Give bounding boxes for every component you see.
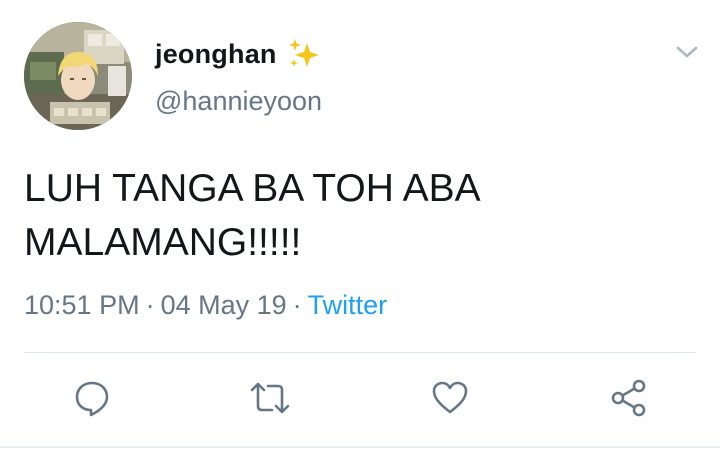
- tweet-card: jeonghan @hannieyoon LUH TANGA BA TOH AB…: [0, 0, 720, 452]
- reply-icon: [72, 378, 112, 423]
- display-name[interactable]: jeonghan: [155, 39, 277, 70]
- chevron-down-icon[interactable]: [674, 42, 700, 62]
- tweet-text: LUH TANGA BA TOH ABA MALAMANG!!!!!: [24, 167, 481, 264]
- share-button[interactable]: [607, 378, 651, 422]
- sparkles-icon: [287, 37, 321, 71]
- retweet-button[interactable]: [248, 378, 292, 422]
- divider: [24, 352, 696, 353]
- heart-icon: [430, 378, 470, 423]
- avatar[interactable]: [24, 22, 132, 130]
- tweet-time[interactable]: 10:51 PM: [24, 290, 140, 320]
- meta-separator: ·: [292, 290, 302, 320]
- display-name-row: jeonghan: [155, 36, 321, 72]
- share-icon: [609, 378, 649, 423]
- handle[interactable]: @hannieyoon: [155, 86, 322, 117]
- tweet-date[interactable]: 04 May 19: [161, 290, 287, 320]
- tweet-meta: 10:51 PM · 04 May 19 · Twitter: [24, 290, 387, 321]
- bottom-border: [0, 446, 720, 448]
- retweet-icon: [248, 378, 292, 423]
- meta-separator: ·: [145, 290, 155, 320]
- like-button[interactable]: [428, 378, 472, 422]
- tweet-source-link[interactable]: Twitter: [308, 290, 388, 320]
- action-bar: [0, 372, 720, 428]
- reply-button[interactable]: [70, 378, 114, 422]
